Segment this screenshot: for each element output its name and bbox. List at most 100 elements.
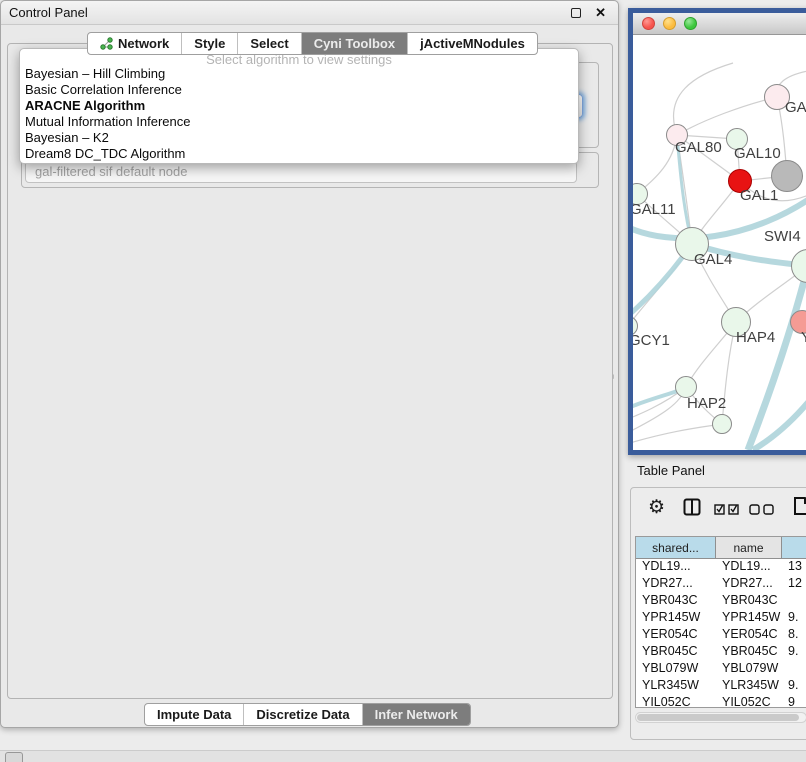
tab-style-label: Style	[194, 36, 225, 51]
popup-item[interactable]: Basic Correlation Inference	[20, 82, 578, 98]
network-icon	[100, 37, 113, 50]
node-attribute-table: shared... name YDL19...YDL19...13 YDR27.…	[635, 536, 806, 708]
tab-select-label: Select	[250, 36, 288, 51]
tab-infer-network[interactable]: Infer Network	[362, 704, 470, 725]
column-header-partial[interactable]	[782, 537, 806, 558]
table-horizontal-scrollbar[interactable]	[635, 712, 806, 723]
cell[interactable]: YLR345W	[716, 678, 782, 695]
cell[interactable]: 9.	[782, 610, 806, 627]
cell[interactable]: 9.	[782, 678, 806, 695]
table-row[interactable]: YBR043CYBR043C	[636, 593, 806, 610]
popup-item[interactable]: Bayesian – K2	[20, 130, 578, 146]
cell[interactable]	[782, 661, 806, 678]
cell[interactable]: YBR043C	[636, 593, 716, 610]
node-label: GCY1	[633, 332, 670, 349]
tab-jactivemnodules-label: jActiveMNodules	[420, 36, 525, 51]
cell[interactable]	[782, 593, 806, 610]
cell[interactable]: YIL052C	[636, 695, 716, 708]
node-label: HAP2	[687, 395, 726, 412]
split-columns-icon[interactable]	[683, 498, 701, 521]
node-label: SWI4	[764, 228, 801, 245]
column-header-name[interactable]: name	[716, 537, 782, 558]
cell[interactable]: YIL052C	[716, 695, 782, 708]
screen: Control Panel ✕ gal-filtered sif default…	[0, 0, 806, 762]
network-view-window: GAL GAL80 GAL10 GAL1 GAL11 SWI4 GAL4 GCY…	[628, 8, 806, 455]
table-row[interactable]: YBR045CYBR045C9.	[636, 644, 806, 661]
cell[interactable]: YBL079W	[716, 661, 782, 678]
checked-boxes-icon[interactable]	[714, 502, 740, 520]
node-label: GAL10	[734, 145, 781, 162]
bottom-dock-strip	[0, 750, 806, 762]
close-traffic-light[interactable]	[642, 17, 655, 30]
column-header-shared-name[interactable]: shared...	[636, 537, 716, 558]
cell[interactable]: YBL079W	[636, 661, 716, 678]
node-bottom[interactable]	[712, 414, 732, 434]
tab-select[interactable]: Select	[237, 33, 300, 54]
minimize-traffic-light[interactable]	[663, 17, 676, 30]
tab-discretize-data[interactable]: Discretize Data	[243, 704, 361, 725]
tab-network[interactable]: Network	[88, 33, 181, 54]
tab-infer-network-label: Infer Network	[375, 707, 458, 722]
tab-cyni-toolbox-label: Cyni Toolbox	[314, 36, 395, 51]
cell[interactable]: 12	[782, 576, 806, 593]
gear-icon[interactable]: ⚙	[648, 496, 665, 519]
zoom-traffic-light[interactable]	[684, 17, 697, 30]
cell[interactable]: YBR045C	[716, 644, 782, 661]
algorithm-dropdown-popup: Select algorithm to view settings Bayesi…	[19, 48, 579, 164]
table-row[interactable]: YIL052CYIL052C9	[636, 695, 806, 708]
popup-item[interactable]: Dream8 DC_TDC Algorithm	[20, 146, 578, 162]
cell[interactable]: YPR145W	[636, 610, 716, 627]
cell[interactable]: YDL19...	[716, 559, 782, 576]
cell[interactable]: 9	[782, 695, 806, 708]
node-label: GAL	[785, 99, 806, 116]
cell[interactable]: 8.	[782, 627, 806, 644]
cell[interactable]: YDR27...	[716, 576, 782, 593]
document-icon[interactable]	[793, 496, 806, 521]
popup-item[interactable]: Mutual Information Inference	[20, 114, 578, 130]
node-label: GAL11	[633, 201, 676, 218]
control-panel-tabbar: Network Style Select Cyni Toolbox jActiv…	[87, 32, 538, 55]
popup-item-aracne[interactable]: ARACNE Algorithm	[20, 98, 578, 114]
cell[interactable]: YER054C	[716, 627, 782, 644]
unchecked-boxes-icon[interactable]	[749, 502, 775, 520]
network-canvas[interactable]: GAL GAL80 GAL10 GAL1 GAL11 SWI4 GAL4 GCY…	[633, 35, 806, 450]
node-label: Y	[801, 329, 806, 346]
table-horizontal-scrollbar-thumb[interactable]	[637, 714, 799, 721]
tab-cyni-toolbox[interactable]: Cyni Toolbox	[301, 33, 407, 54]
cell[interactable]: YPR145W	[716, 610, 782, 627]
network-window-titlebar[interactable]	[633, 13, 806, 35]
cell[interactable]: 9.	[782, 644, 806, 661]
cyni-task-tabbar: Impute Data Discretize Data Infer Networ…	[144, 703, 471, 726]
popup-item[interactable]: Bayesian – Hill Climbing	[20, 66, 578, 82]
control-panel-window: Control Panel ✕ gal-filtered sif default…	[0, 0, 619, 728]
table-panel: ⚙ shared... name YDL19...YDL19...13 YDR2…	[630, 487, 806, 740]
node-label: HAP4	[736, 329, 775, 346]
cell[interactable]: YDR27...	[636, 576, 716, 593]
cell[interactable]: YBR045C	[636, 644, 716, 661]
table-row[interactable]: YER054CYER054C8.	[636, 627, 806, 644]
cell[interactable]: YBR043C	[716, 593, 782, 610]
tab-discretize-data-label: Discretize Data	[256, 707, 349, 722]
table-row[interactable]: YDR27...YDR27...12	[636, 576, 806, 593]
cell[interactable]: YDL19...	[636, 559, 716, 576]
control-panel-title: Control Panel	[9, 5, 88, 20]
network-table-combobox[interactable]: gal-filtered sif default node	[25, 161, 577, 183]
tab-impute-data[interactable]: Impute Data	[145, 704, 243, 725]
cell[interactable]: YLR345W	[636, 678, 716, 695]
minimized-panel-icon[interactable]	[5, 752, 23, 762]
node-label: GAL80	[675, 139, 722, 156]
tab-jactivemnodules[interactable]: jActiveMNodules	[407, 33, 537, 54]
close-icon[interactable]: ✕	[595, 8, 606, 18]
cell[interactable]: 13	[782, 559, 806, 576]
cell[interactable]: YER054C	[636, 627, 716, 644]
table-row[interactable]: YLR345WYLR345W9.	[636, 678, 806, 695]
table-row[interactable]: YBL079WYBL079W	[636, 661, 806, 678]
tab-impute-data-label: Impute Data	[157, 707, 231, 722]
table-row[interactable]: YPR145WYPR145W9.	[636, 610, 806, 627]
tab-network-label: Network	[118, 36, 169, 51]
table-header-row: shared... name	[636, 537, 806, 559]
tab-style[interactable]: Style	[181, 33, 237, 54]
control-panel-titlebar[interactable]: Control Panel ✕	[1, 1, 618, 25]
table-row[interactable]: YDL19...YDL19...13	[636, 559, 806, 576]
float-window-icon[interactable]	[571, 8, 581, 18]
